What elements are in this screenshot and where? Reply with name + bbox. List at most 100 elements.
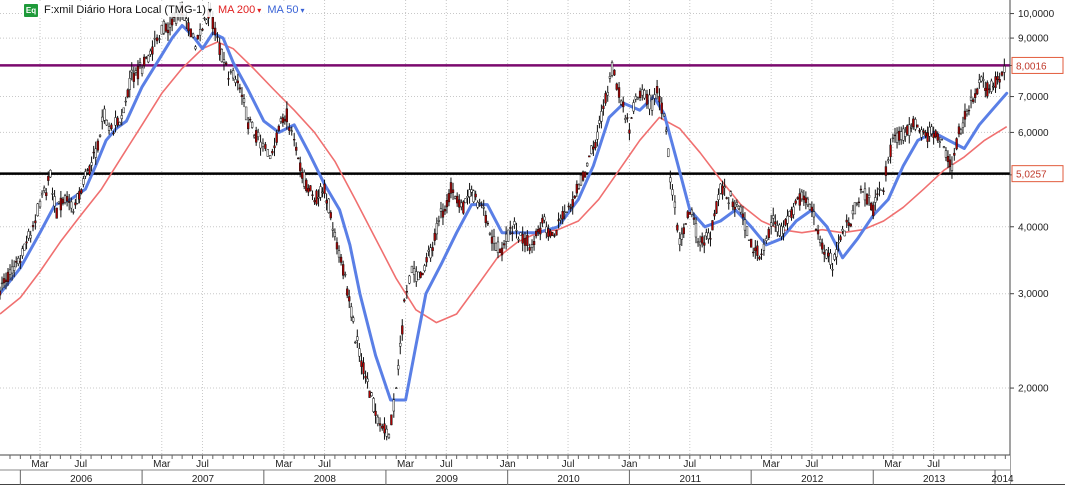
price-candle: [610, 62, 614, 76]
price-candle: [563, 211, 566, 213]
price-candle: [831, 269, 834, 271]
price-candle: [861, 191, 865, 193]
price-candle: [116, 117, 119, 126]
price-candle: [482, 207, 485, 209]
price-candle: [863, 188, 867, 201]
price-candle: [429, 247, 432, 259]
price-candle: [305, 179, 308, 191]
price-candle: [990, 80, 993, 92]
price-candle: [17, 258, 20, 265]
price-candle: [839, 236, 842, 241]
price-candle: [946, 155, 950, 163]
price-candle: [232, 70, 235, 79]
price-candle: [725, 197, 728, 199]
ma50-menu[interactable]: MA 50 ▾: [267, 4, 304, 16]
price-candle: [273, 145, 276, 149]
price-candle: [453, 196, 457, 199]
price-candle: [490, 236, 494, 244]
month-tick-label: Jul: [927, 459, 940, 470]
price-candle: [655, 86, 659, 94]
year-tick-label: 2009: [436, 474, 459, 485]
price-candle: [126, 89, 129, 98]
price-candle: [242, 98, 246, 103]
price-candle: [615, 83, 618, 90]
price-candle: [19, 261, 22, 263]
price-candle: [205, 19, 208, 24]
price-candle: [222, 59, 226, 63]
price-candle: [737, 206, 740, 210]
price-candle: [441, 210, 445, 218]
price-candle: [65, 196, 69, 202]
price-candle: [319, 186, 322, 198]
price-candle: [456, 195, 459, 204]
price-candle: [752, 251, 755, 254]
price-candle: [780, 226, 783, 237]
price-candle: [906, 125, 909, 135]
price-candle: [94, 148, 97, 158]
price-candle: [904, 131, 907, 137]
price-candle: [778, 224, 781, 236]
price-candle: [158, 38, 161, 40]
price-candle: [741, 213, 745, 218]
price-candle: [980, 76, 983, 82]
price-candle: [244, 106, 248, 121]
price-chart[interactable]: 10,00009,00008,00007,00006,00005,00004,0…: [0, 0, 1065, 485]
price-candle: [229, 71, 232, 73]
price-candle: [259, 141, 262, 149]
price-candle: [604, 93, 607, 104]
price-candle: [912, 118, 915, 128]
symbol-menu[interactable]: F:xmil Diário Hora Local (TMG-1) ▾: [44, 4, 212, 16]
price-candle: [684, 223, 687, 225]
chart-container: 10,00009,00008,00007,00006,00005,00004,0…: [0, 0, 1065, 485]
price-candle: [147, 55, 150, 63]
price-candle: [403, 299, 406, 302]
price-candle: [1003, 65, 1006, 73]
price-candle: [72, 211, 75, 213]
price-candle: [916, 124, 919, 128]
price-candle: [107, 126, 111, 131]
price-candle: [959, 129, 963, 134]
price-candle: [4, 279, 8, 282]
price-candle: [767, 228, 770, 238]
price-candle: [555, 230, 558, 236]
price-candle: [423, 265, 426, 271]
price-candle: [293, 139, 296, 141]
price-level-label: 5,0257: [1016, 170, 1047, 181]
y-tick-label: 6,0000: [1018, 128, 1049, 139]
price-candle: [870, 202, 873, 210]
price-candle: [15, 261, 18, 263]
ma200-menu[interactable]: MA 200 ▾: [218, 4, 261, 16]
price-candle: [439, 208, 443, 212]
price-candle: [528, 247, 531, 251]
price-candle: [650, 99, 654, 111]
price-candle: [953, 152, 956, 156]
price-candle: [417, 271, 420, 280]
price-candle: [754, 247, 757, 252]
price-candle: [676, 224, 679, 231]
price-candle: [711, 220, 714, 231]
price-candle: [515, 230, 518, 232]
equity-badge-icon[interactable]: Eq: [24, 3, 38, 17]
price-candle: [478, 202, 481, 204]
price-candle: [162, 21, 165, 34]
price-candle: [636, 97, 640, 100]
month-tick-label: Jul: [196, 459, 209, 470]
price-candle: [713, 213, 716, 217]
price-candle: [876, 193, 879, 195]
price-candle: [138, 62, 142, 65]
price-candle: [571, 199, 574, 207]
price-candle: [686, 211, 689, 218]
price-candle: [311, 194, 314, 196]
price-candle: [545, 226, 548, 234]
price-candle: [480, 204, 483, 206]
price-candle: [472, 190, 475, 203]
price-candle: [594, 142, 597, 148]
price-candle: [543, 216, 546, 221]
price-candle: [84, 171, 87, 177]
price-candle: [45, 192, 48, 196]
price-candle: [770, 222, 773, 227]
price-candle: [500, 247, 504, 256]
price-candle: [802, 195, 806, 201]
price-candle: [149, 50, 152, 55]
price-candle: [264, 144, 267, 149]
